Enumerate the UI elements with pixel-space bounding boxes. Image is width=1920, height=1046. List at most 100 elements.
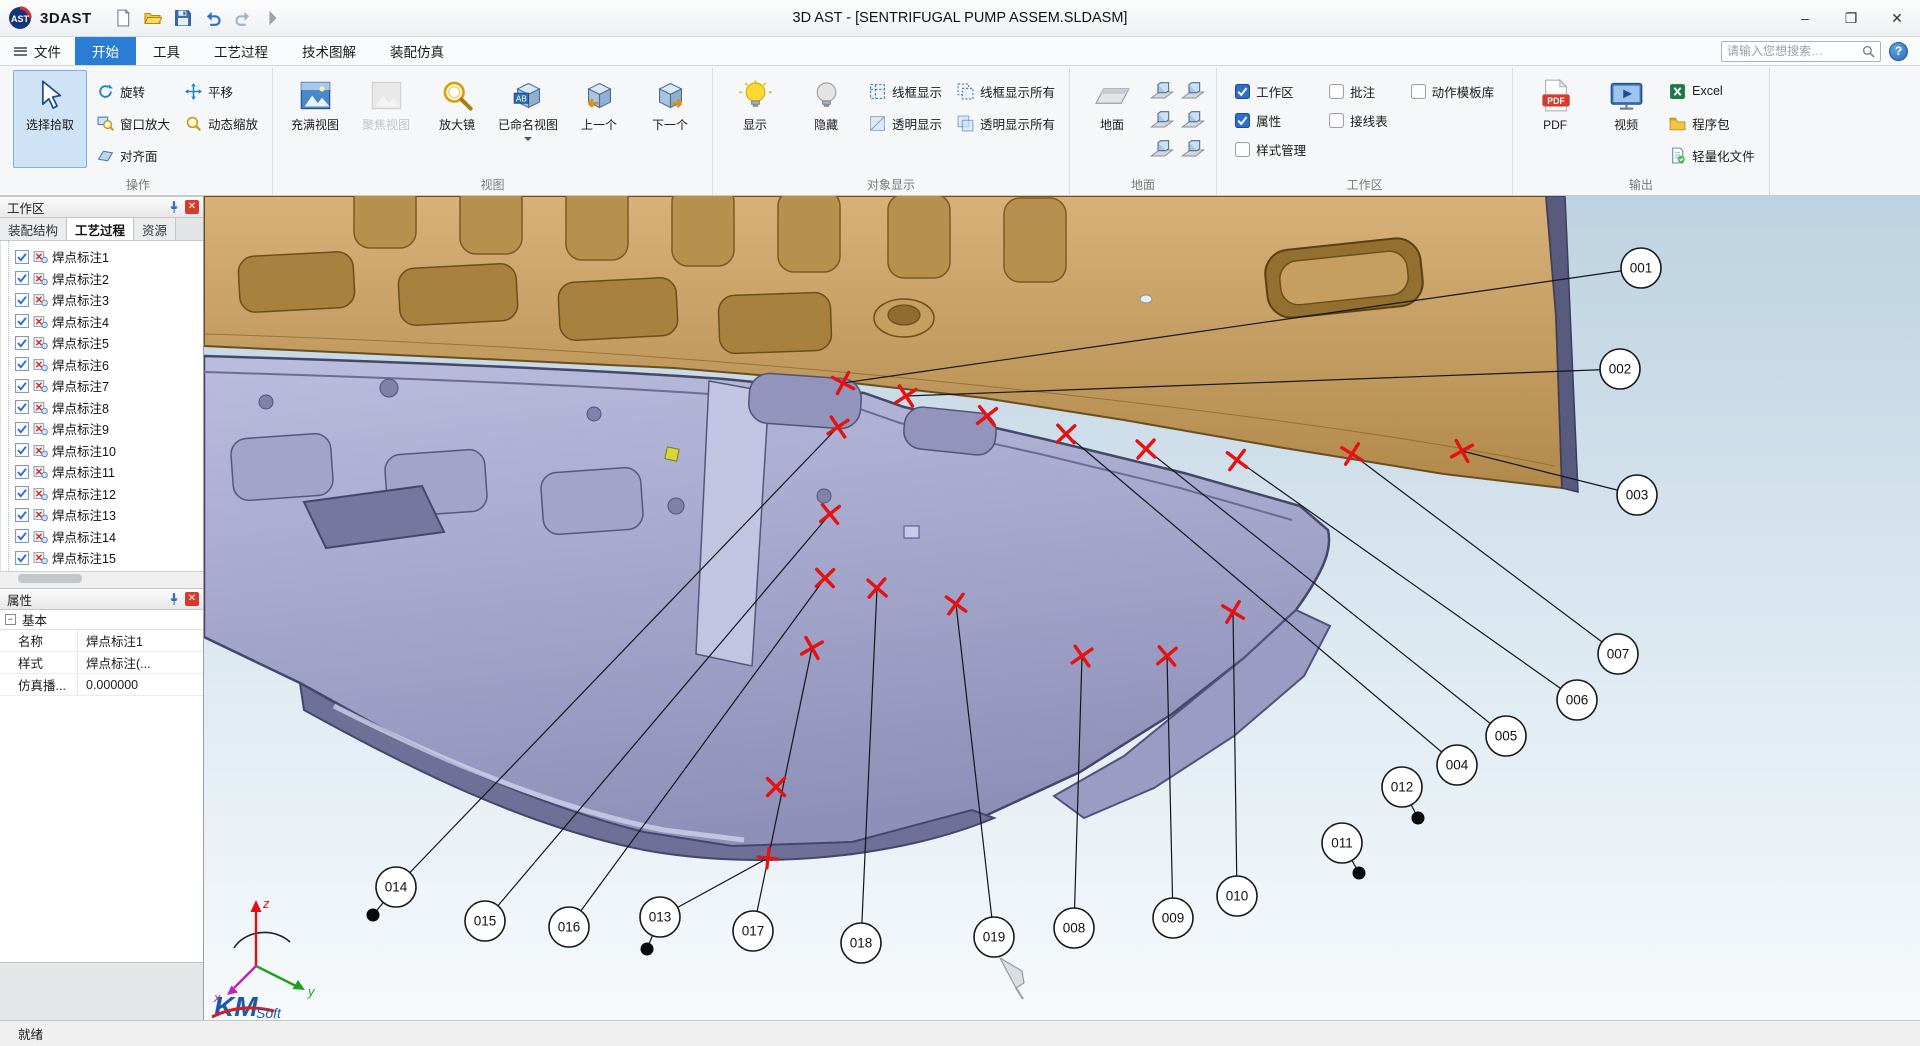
tree-item-checkbox[interactable] [15,443,29,457]
property-value[interactable]: 0.000000 [78,678,203,692]
ground-option-1[interactable] [1150,80,1174,104]
workspace-tab-1[interactable]: 工艺过程 [67,218,134,240]
wireframe-display-all-button[interactable]: 线框显示所有 [952,79,1060,103]
workspace-checkbox[interactable]: 工作区 [1235,82,1306,101]
tree-item-checkbox[interactable] [15,422,29,436]
tree-item-checkbox[interactable] [15,508,29,522]
named-views-button[interactable]: AB已命名视图 [495,70,561,168]
tree-horizontal-scrollbar[interactable] [0,571,203,585]
tree-item-checkbox[interactable] [15,465,29,479]
balloon-015[interactable]: 015 [465,901,505,941]
tree-item-checkbox[interactable] [15,293,29,307]
wiring-table-checkbox[interactable]: 接线表 [1329,111,1388,130]
property-value[interactable]: 焊点标注1 [78,631,203,650]
balloon-014[interactable]: 014 [376,867,416,907]
redo-button[interactable] [234,9,252,27]
workspace-tab-2[interactable]: 资源 [134,218,176,240]
tree-item-checkbox[interactable] [15,357,29,371]
property-value[interactable]: 焊点标注(... [78,653,203,672]
balloon-004[interactable]: 004 [1437,745,1477,785]
transparent-display-button[interactable]: 透明显示 [864,111,947,135]
window-zoom-button[interactable]: 窗口放大 [92,111,175,135]
tree-item-weld-annotation-6[interactable]: 焊点标注6 [15,354,203,376]
hide-button[interactable]: 隐藏 [793,70,859,168]
transparent-display-all-button[interactable]: 透明显示所有 [952,111,1060,135]
tree-item-checkbox[interactable] [15,336,29,350]
tree-item-checkbox[interactable] [15,379,29,393]
weld-x-mark[interactable] [816,569,833,586]
workspace-panel-close-icon[interactable]: ✕ [185,200,199,214]
tab-tech-illustration[interactable]: 技术图解 [285,37,373,65]
tab-home[interactable]: 开始 [75,37,136,65]
close-button[interactable]: ✕ [1874,0,1920,36]
align-face-button[interactable]: 对齐面 [92,143,175,167]
balloon-012[interactable]: 012 [1382,767,1422,807]
weld-x-mark[interactable] [821,505,840,524]
ground-option-6[interactable] [1181,138,1205,162]
ground-option-4[interactable] [1181,109,1205,133]
balloon-003[interactable]: 003 [1617,475,1657,515]
show-button[interactable]: 显示 [722,70,788,168]
weld-x-mark[interactable] [802,638,823,659]
export-video-button[interactable]: 视频 [1593,70,1659,168]
balloon-019[interactable]: 019 [974,917,1014,957]
tree-item-weld-annotation-4[interactable]: 焊点标注4 [15,311,203,333]
tree-item-weld-annotation-3[interactable]: 焊点标注3 [15,289,203,311]
open-file-button[interactable] [144,9,162,27]
tree-item-checkbox[interactable] [15,250,29,264]
pin-icon[interactable] [167,200,181,214]
new-document-button[interactable] [114,9,132,27]
properties-checkbox[interactable]: 属性 [1235,111,1306,130]
3d-viewport[interactable]: 0010020030070060050040120110100090080190… [204,196,1920,1020]
tree-item-weld-annotation-14[interactable]: 焊点标注14 [15,526,203,548]
action-template-lib-checkbox[interactable]: 动作模板库 [1411,82,1495,101]
balloon-017[interactable]: 017 [733,911,773,951]
tree-item-weld-annotation-2[interactable]: 焊点标注2 [15,268,203,290]
export-lightweight-button[interactable]: 轻量化文件 [1664,143,1760,167]
properties-group-header[interactable]: − 基本 [0,610,203,630]
maximize-button[interactable]: ❐ [1828,0,1874,36]
balloon-005[interactable]: 005 [1486,716,1526,756]
workspace-tab-0[interactable]: 装配结构 [0,218,67,240]
tree-item-weld-annotation-1[interactable]: 焊点标注1 [15,246,203,268]
tree-item-weld-annotation-11[interactable]: 焊点标注11 [15,461,203,483]
quick-access-more-button[interactable] [264,9,282,27]
weld-x-mark[interactable] [1342,444,1362,464]
help-button[interactable]: ? [1889,42,1908,61]
weld-x-mark[interactable] [1057,425,1075,443]
tree-item-weld-annotation-7[interactable]: 焊点标注7 [15,375,203,397]
balloon-002[interactable]: 002 [1600,349,1640,389]
tree-item-weld-annotation-13[interactable]: 焊点标注13 [15,504,203,526]
tab-assembly-simulation[interactable]: 装配仿真 [373,37,461,65]
tree-item-weld-annotation-15[interactable]: 焊点标注15 [15,547,203,569]
tree-item-checkbox[interactable] [15,551,29,565]
balloon-009[interactable]: 009 [1153,898,1193,938]
tree-item-checkbox[interactable] [15,400,29,414]
file-menu-button[interactable]: 文件 [0,37,75,65]
weld-x-mark[interactable] [832,372,853,393]
balloon-006[interactable]: 006 [1557,680,1597,720]
tree-item-weld-annotation-12[interactable]: 焊点标注12 [15,483,203,505]
collapse-icon[interactable]: − [5,614,16,625]
pan-button[interactable]: 平移 [180,79,263,103]
style-manage-checkbox[interactable]: 样式管理 [1235,140,1306,159]
balloon-013[interactable]: 013 [640,897,680,937]
weld-x-mark[interactable] [1137,440,1155,458]
magnifier-button[interactable]: 放大镜 [424,70,490,168]
scrollbar-thumb[interactable] [18,574,82,583]
minimize-button[interactable]: – [1782,0,1828,36]
balloon-018[interactable]: 018 [841,923,881,963]
tree-item-checkbox[interactable] [15,271,29,285]
search-icon[interactable] [1862,45,1875,58]
annotation-checkbox[interactable]: 批注 [1329,82,1388,101]
dynamic-zoom-button[interactable]: 动态缩放 [180,111,263,135]
weld-x-mark[interactable] [946,594,965,613]
wireframe-display-button[interactable]: 线框显示 [864,79,947,103]
balloon-008[interactable]: 008 [1054,908,1094,948]
export-package-button[interactable]: 程序包 [1664,111,1760,135]
balloon-007[interactable]: 007 [1598,634,1638,674]
tree-item-checkbox[interactable] [15,529,29,543]
balloon-016[interactable]: 016 [549,907,589,947]
tree-item-weld-annotation-8[interactable]: 焊点标注8 [15,397,203,419]
undo-button[interactable] [204,9,222,27]
